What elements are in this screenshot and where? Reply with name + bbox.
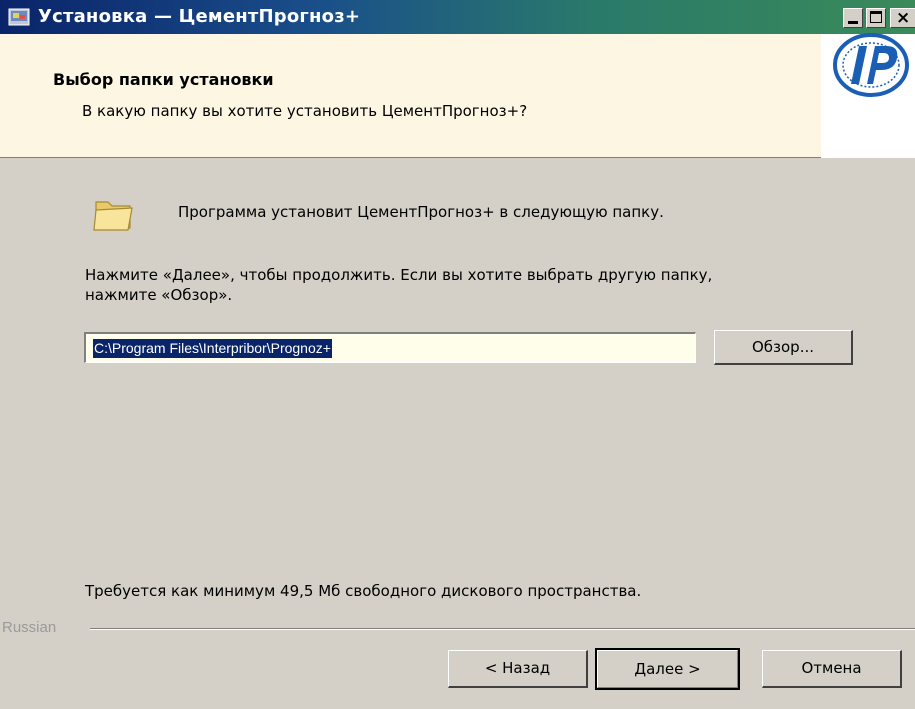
back-button[interactable]: < Назад xyxy=(448,650,588,688)
destination-description: Программа установит ЦементПрогноз+ в сле… xyxy=(178,203,664,221)
close-button[interactable]: × xyxy=(890,8,915,28)
next-button-label: Далее > xyxy=(634,660,701,678)
wizard-header: Выбор папки установки В какую папку вы х… xyxy=(0,34,915,158)
language-label: Russian xyxy=(2,619,57,636)
interpribor-ip-logo xyxy=(833,33,909,97)
page-subtitle: В какую папку вы хотите установить Цемен… xyxy=(82,102,528,120)
close-icon: × xyxy=(896,8,911,28)
minimize-icon xyxy=(848,21,858,24)
installer-window: Установка — ЦементПрогноз+ × Выбор папки… xyxy=(0,0,915,709)
minimize-button[interactable] xyxy=(843,8,863,28)
install-path-value: C:\Program Files\Interpribor\Prognoz+ xyxy=(93,339,332,358)
folder-icon xyxy=(93,201,133,231)
page-title: Выбор папки установки xyxy=(53,70,274,89)
instructions-text: Нажмите «Далее», чтобы продолжить. Если … xyxy=(85,265,885,305)
installer-app-icon xyxy=(8,8,30,26)
next-button[interactable]: Далее > xyxy=(595,648,740,690)
title-bar[interactable]: Установка — ЦементПрогноз+ × xyxy=(0,0,915,34)
maximize-icon xyxy=(870,11,882,23)
maximize-button[interactable] xyxy=(866,8,886,28)
footer-divider xyxy=(90,628,915,630)
window-title: Установка — ЦементПрогноз+ xyxy=(38,6,361,27)
browse-button[interactable]: Обзор... xyxy=(714,330,853,365)
install-path-input[interactable]: C:\Program Files\Interpribor\Prognoz+ xyxy=(84,332,696,363)
cancel-button[interactable]: Отмена xyxy=(762,650,902,688)
disk-space-requirement: Требуется как минимум 49,5 Мб свободного… xyxy=(85,582,642,600)
instructions-line-2: нажмите «Обзор». xyxy=(85,286,233,304)
instructions-line-1: Нажмите «Далее», чтобы продолжить. Если … xyxy=(85,266,713,284)
